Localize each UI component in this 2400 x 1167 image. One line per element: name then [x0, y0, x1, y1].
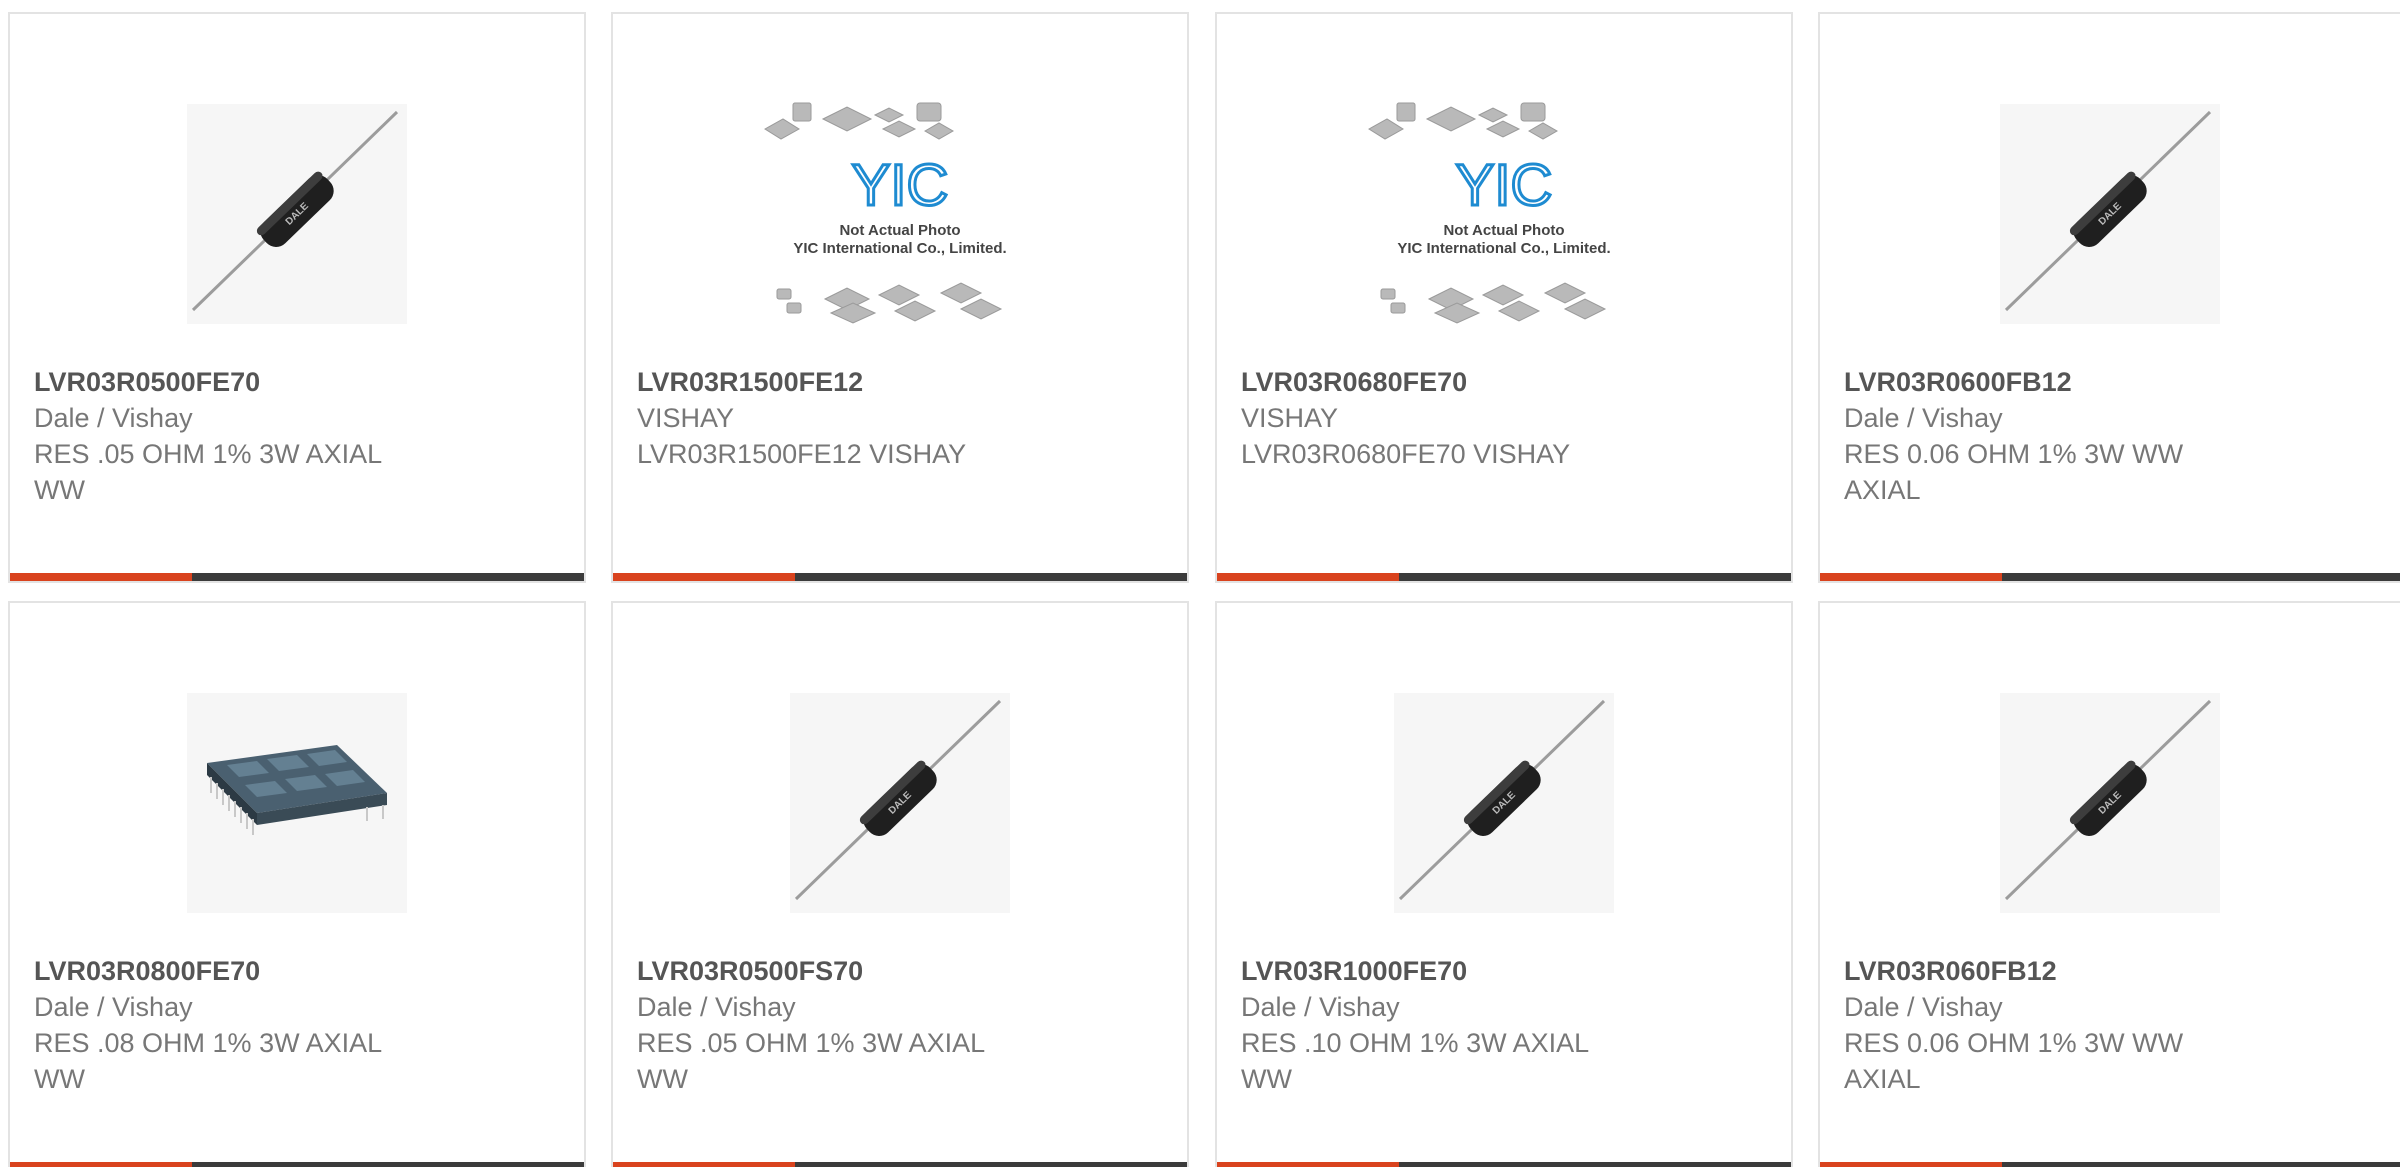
manufacturer: Dale / Vishay — [1844, 992, 2003, 1022]
manufacturer: VISHAY — [1241, 403, 1339, 433]
placeholder-photo-icon: YIC Not Actual Photo YIC International C… — [1368, 102, 1611, 324]
card-accent-highlight — [1217, 573, 1399, 581]
placeholder-caption-2: YIC International Co., Limited. — [1397, 240, 1610, 257]
part-number[interactable]: LVR03R0500FE70 — [34, 364, 560, 400]
card-accent-highlight — [613, 573, 795, 581]
product-card[interactable]: DALE LVR03R0500FS70 Dale / Vishay RES .0… — [611, 601, 1189, 1167]
yic-logo: YIC — [852, 153, 949, 218]
product-grid: DALE LVR03R0500FE70 Dale / Vishay RES .0… — [0, 0, 2400, 1167]
card-accent-bar — [613, 1162, 1187, 1167]
card-accent-bar — [10, 1162, 584, 1167]
card-accent-highlight — [10, 1162, 192, 1167]
card-accent-bar — [613, 573, 1187, 581]
product-card[interactable]: DALE LVR03R0600FB12 Dale / Vishay RES 0.… — [1818, 12, 2400, 583]
product-image: DALE — [1217, 663, 1791, 943]
description: LVR03R1500FE12 VISHAY — [637, 439, 967, 469]
card-accent-bar — [1217, 1162, 1791, 1167]
product-image — [10, 663, 584, 943]
description: RES 0.06 OHM 1% 3W WW AXIAL — [1844, 1028, 2184, 1094]
card-accent-highlight — [1820, 573, 2002, 581]
placeholder-caption-1: Not Actual Photo — [1443, 222, 1564, 239]
product-image: YIC Not Actual Photo YIC International C… — [1217, 74, 1791, 354]
description: LVR03R0680FE70 VISHAY — [1241, 439, 1571, 469]
product-card[interactable]: DALE LVR03R0500FE70 Dale / Vishay RES .0… — [8, 12, 586, 583]
card-accent-highlight — [1217, 1162, 1399, 1167]
description: RES .05 OHM 1% 3W AXIAL WW — [637, 1028, 985, 1094]
card-accent-bar — [1820, 573, 2400, 581]
manufacturer: Dale / Vishay — [1241, 992, 1400, 1022]
card-accent-highlight — [613, 1162, 795, 1167]
part-number[interactable]: LVR03R1000FE70 — [1241, 953, 1767, 989]
description: RES .10 OHM 1% 3W AXIAL WW — [1241, 1028, 1589, 1094]
product-image: DALE — [10, 74, 584, 354]
card-accent-highlight — [10, 573, 192, 581]
part-number[interactable]: LVR03R060FB12 — [1844, 953, 2376, 989]
placeholder-caption-2: YIC International Co., Limited. — [793, 240, 1006, 257]
card-accent-bar — [10, 573, 584, 581]
manufacturer: Dale / Vishay — [637, 992, 796, 1022]
product-image: DALE — [1820, 663, 2400, 943]
description: RES 0.06 OHM 1% 3W WW AXIAL — [1844, 439, 2184, 505]
placeholder-caption-1: Not Actual Photo — [839, 222, 960, 239]
card-accent-bar — [1820, 1162, 2400, 1167]
description: RES .05 OHM 1% 3W AXIAL WW — [34, 439, 382, 505]
ic-chip-icon — [187, 693, 407, 913]
yic-logo: YIC — [1456, 153, 1553, 218]
manufacturer: Dale / Vishay — [34, 992, 193, 1022]
part-number[interactable]: LVR03R0680FE70 — [1241, 364, 1767, 400]
product-image: DALE — [613, 663, 1187, 943]
part-number[interactable]: LVR03R0600FB12 — [1844, 364, 2376, 400]
card-accent-highlight — [1820, 1162, 2002, 1167]
product-image: YIC Not Actual Photo YIC International C… — [613, 74, 1187, 354]
description: RES .08 OHM 1% 3W AXIAL WW — [34, 1028, 382, 1094]
axial-resistor-icon: DALE — [790, 693, 1010, 913]
manufacturer: VISHAY — [637, 403, 735, 433]
product-card[interactable]: DALE LVR03R060FB12 Dale / Vishay RES 0.0… — [1818, 601, 2400, 1167]
product-image: DALE — [1820, 74, 2400, 354]
axial-resistor-icon: DALE — [1394, 693, 1614, 913]
part-number[interactable]: LVR03R1500FE12 — [637, 364, 1163, 400]
card-accent-bar — [1217, 573, 1791, 581]
product-card[interactable]: LVR03R0800FE70 Dale / Vishay RES .08 OHM… — [8, 601, 586, 1167]
manufacturer: Dale / Vishay — [34, 403, 193, 433]
part-number[interactable]: LVR03R0500FS70 — [637, 953, 1163, 989]
product-card[interactable]: YIC Not Actual Photo YIC International C… — [611, 12, 1189, 583]
axial-resistor-icon: DALE — [2000, 104, 2220, 324]
manufacturer: Dale / Vishay — [1844, 403, 2003, 433]
product-card[interactable]: DALE LVR03R1000FE70 Dale / Vishay RES .1… — [1215, 601, 1793, 1167]
product-card[interactable]: YIC Not Actual Photo YIC International C… — [1215, 12, 1793, 583]
axial-resistor-icon: DALE — [2000, 693, 2220, 913]
part-number[interactable]: LVR03R0800FE70 — [34, 953, 560, 989]
axial-resistor-icon: DALE — [187, 104, 407, 324]
placeholder-photo-icon: YIC Not Actual Photo YIC International C… — [764, 102, 1007, 324]
